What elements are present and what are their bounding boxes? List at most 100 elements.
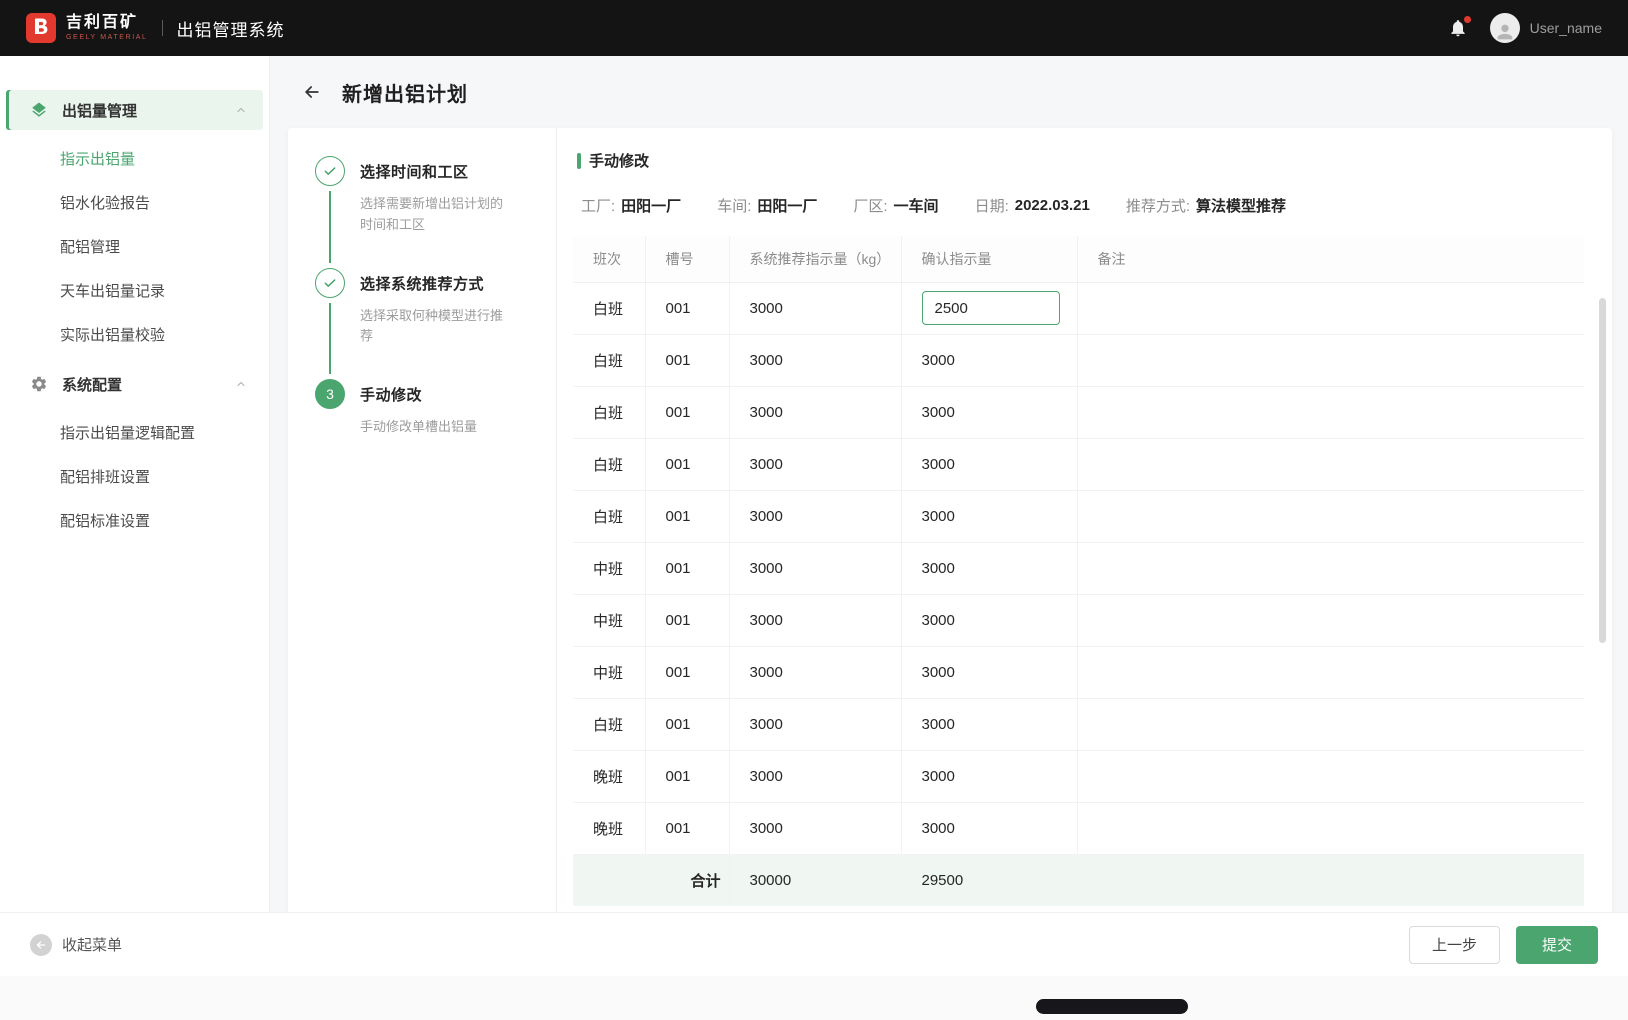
cell-recommended: 3000 bbox=[729, 386, 901, 438]
sidebar-item[interactable]: 铝水化验报告 bbox=[0, 180, 269, 224]
step-2-desc: 选择采取何种模型进行推荐 bbox=[360, 306, 510, 348]
info-value: 算法模型推荐 bbox=[1196, 195, 1286, 216]
avatar[interactable] bbox=[1490, 13, 1520, 43]
sidebar-item-label: 实际出铝量校验 bbox=[60, 324, 165, 345]
confirmed-quantity-text: 3000 bbox=[922, 560, 955, 577]
previous-step-button[interactable]: 上一步 bbox=[1409, 926, 1500, 964]
cell-remark bbox=[1077, 646, 1584, 698]
sidebar-item-label: 指示出铝量 bbox=[60, 148, 135, 169]
table-row: 白班 001 3000 2500 bbox=[573, 282, 1584, 334]
sidebar-item-label: 指示出铝量逻辑配置 bbox=[60, 422, 195, 443]
cell-shift: 白班 bbox=[573, 490, 645, 542]
plan-info-row: 工厂: 田阳一厂 车间: 田阳一厂 厂区: 一车间 日期: bbox=[581, 195, 1584, 216]
info-item: 厂区: 一车间 bbox=[853, 195, 938, 216]
total-confirmed: 29500 bbox=[901, 854, 1077, 906]
cell-remark bbox=[1077, 750, 1584, 802]
cell-slot: 001 bbox=[645, 542, 729, 594]
sidebar-item[interactable]: 指示出铝量逻辑配置 bbox=[0, 410, 269, 454]
sidebar-group-header-output[interactable]: 出铝量管理 bbox=[6, 90, 263, 130]
table-row: 晚班 001 3000 3000 bbox=[573, 802, 1584, 854]
table-row: 白班 001 3000 3000 bbox=[573, 490, 1584, 542]
confirmed-quantity-input[interactable] bbox=[922, 291, 1060, 325]
info-value: 一车间 bbox=[894, 195, 939, 216]
cell-remark bbox=[1077, 386, 1584, 438]
cell-shift: 白班 bbox=[573, 386, 645, 438]
info-label: 厂区: bbox=[853, 195, 887, 216]
collapse-arrow-icon bbox=[30, 934, 52, 956]
username: User_name bbox=[1530, 20, 1602, 36]
brand-logo-icon bbox=[26, 13, 56, 43]
back-arrow-icon[interactable] bbox=[302, 82, 322, 102]
step-2-title: 选择系统推荐方式 bbox=[360, 273, 510, 294]
step-1-desc: 选择需要新增出铝计划的时间和工区 bbox=[360, 194, 510, 236]
cell-confirmed: 3000 bbox=[901, 386, 1077, 438]
step-1-title: 选择时间和工区 bbox=[360, 161, 510, 182]
table-header-cell: 槽号 bbox=[645, 236, 729, 282]
submit-button[interactable]: 提交 bbox=[1516, 926, 1598, 964]
cell-slot: 001 bbox=[645, 802, 729, 854]
collapse-menu-button[interactable]: 收起菜单 bbox=[30, 934, 122, 956]
cell-recommended: 3000 bbox=[729, 282, 901, 334]
confirmed-quantity-text: 3000 bbox=[922, 820, 955, 837]
table-scrollbar[interactable] bbox=[1599, 298, 1606, 643]
sidebar-item[interactable]: 天车出铝量记录 bbox=[0, 268, 269, 312]
cell-slot: 001 bbox=[645, 646, 729, 698]
cell-slot: 001 bbox=[645, 594, 729, 646]
total-recommended: 30000 bbox=[729, 854, 901, 906]
cell-recommended: 3000 bbox=[729, 594, 901, 646]
table-header-cell: 备注 bbox=[1077, 236, 1584, 282]
sidebar: 出铝量管理 指示出铝量 铝水化验报告 配铝管理 天车出铝量记录 bbox=[0, 56, 270, 912]
top-header: 吉利百矿 GEELY MATERIAL 出铝管理系统 User_name bbox=[0, 0, 1628, 56]
cell-recommended: 3000 bbox=[729, 490, 901, 542]
table-header-row: 班次槽号系统推荐指示量（kg）确认指示量备注 bbox=[573, 236, 1584, 282]
page-head: 新增出铝计划 bbox=[270, 56, 1628, 128]
sidebar-item-label: 天车出铝量记录 bbox=[60, 280, 165, 301]
info-item: 推荐方式: 算法模型推荐 bbox=[1126, 195, 1286, 216]
step-2: 选择系统推荐方式 选择采取何种模型进行推荐 bbox=[314, 268, 546, 380]
total-label: 合计 bbox=[573, 854, 729, 906]
confirmed-quantity-text: 3000 bbox=[922, 404, 955, 421]
cell-recommended: 3000 bbox=[729, 542, 901, 594]
sidebar-item-label: 铝水化验报告 bbox=[60, 192, 150, 213]
layers-icon bbox=[30, 101, 48, 119]
table-body: 白班 001 3000 2500 白班 bbox=[573, 282, 1584, 854]
cell-remark bbox=[1077, 698, 1584, 750]
cell-shift: 中班 bbox=[573, 646, 645, 698]
sidebar-item-label: 配铝标准设置 bbox=[60, 510, 150, 531]
sidebar-item[interactable]: 实际出铝量校验 bbox=[0, 312, 269, 356]
info-item: 日期: 2022.03.21 bbox=[975, 195, 1090, 216]
confirmed-quantity-text: 3000 bbox=[922, 768, 955, 785]
cell-recommended: 3000 bbox=[729, 802, 901, 854]
table-header-cell: 确认指示量 bbox=[901, 236, 1077, 282]
cell-recommended: 3000 bbox=[729, 750, 901, 802]
notification-bell-icon[interactable] bbox=[1448, 18, 1468, 38]
sidebar-group-system-config: 系统配置 指示出铝量逻辑配置 配铝排班设置 配铝标准设置 bbox=[0, 364, 269, 542]
sidebar-item[interactable]: 配铝排班设置 bbox=[0, 454, 269, 498]
cell-confirmed: 3000 bbox=[901, 542, 1077, 594]
bottom-action-bar: 收起菜单 上一步 提交 bbox=[0, 912, 1628, 976]
app-title: 出铝管理系统 bbox=[177, 16, 285, 41]
sidebar-group-label: 系统配置 bbox=[62, 374, 235, 395]
sidebar-group-header-config[interactable]: 系统配置 bbox=[6, 364, 263, 404]
step-1: 选择时间和工区 选择需要新增出铝计划的时间和工区 bbox=[314, 156, 546, 268]
cell-shift: 白班 bbox=[573, 282, 645, 334]
info-value: 田阳一厂 bbox=[757, 195, 817, 216]
page-title: 新增出铝计划 bbox=[342, 78, 468, 107]
steps: 选择时间和工区 选择需要新增出铝计划的时间和工区 选择系统推荐方式 选择采取何种… bbox=[288, 128, 556, 912]
sidebar-group-items: 指示出铝量逻辑配置 配铝排班设置 配铝标准设置 bbox=[0, 410, 269, 542]
sidebar-item[interactable]: 指示出铝量 bbox=[0, 136, 269, 180]
cell-slot: 001 bbox=[645, 698, 729, 750]
sidebar-item[interactable]: 配铝管理 bbox=[0, 224, 269, 268]
cell-confirmed: 3000 bbox=[901, 646, 1077, 698]
cell-remark bbox=[1077, 334, 1584, 386]
step-3-number-badge: 3 bbox=[315, 379, 345, 409]
sidebar-item[interactable]: 配铝标准设置 bbox=[0, 498, 269, 542]
table-header-cell: 班次 bbox=[573, 236, 645, 282]
brand-divider bbox=[162, 20, 163, 36]
info-item: 车间: 田阳一厂 bbox=[717, 195, 817, 216]
table-total-row: 合计 30000 29500 bbox=[573, 854, 1584, 906]
step-3: 3 手动修改 手动修改单槽出铝量 bbox=[314, 379, 546, 470]
confirmed-quantity-text: 3000 bbox=[922, 612, 955, 629]
brand-subtitle: GEELY MATERIAL bbox=[66, 34, 148, 41]
info-label: 车间: bbox=[717, 195, 751, 216]
